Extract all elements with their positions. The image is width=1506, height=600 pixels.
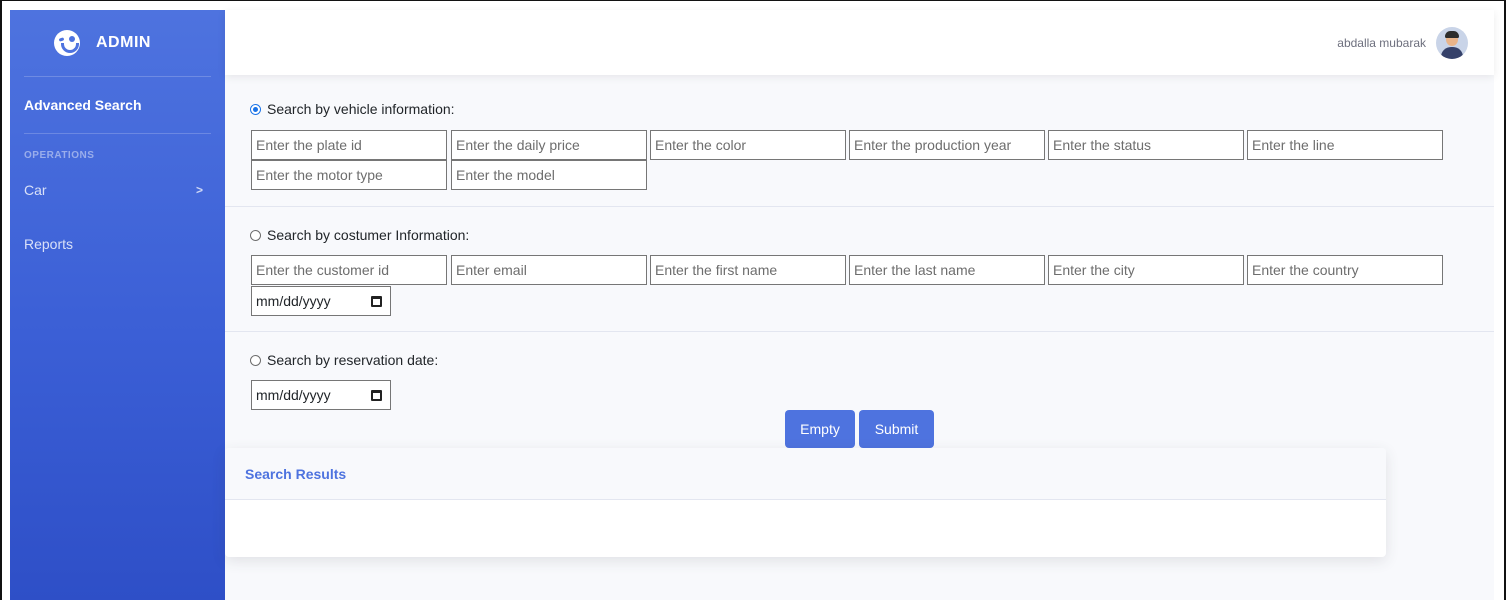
date-placeholder: mm/dd/yyyy: [256, 293, 331, 309]
sidebar: ADMIN Advanced Search OPERATIONS Car > R…: [10, 10, 225, 600]
chevron-right-icon: >: [195, 183, 203, 197]
vehicle-search-radio[interactable]: Search by vehicle information:: [250, 101, 455, 117]
vehicle-search-section: Search by vehicle information:: [250, 101, 455, 117]
model-input[interactable]: [451, 160, 647, 190]
plate-id-input[interactable]: [251, 130, 447, 160]
radio-button[interactable]: [250, 229, 261, 241]
motor-type-input[interactable]: [251, 160, 447, 190]
customer-search-radio[interactable]: Search by costumer Information:: [250, 227, 469, 243]
sidebar-item-car[interactable]: Car >: [10, 175, 225, 205]
sidebar-item-advanced-search[interactable]: Advanced Search: [10, 77, 225, 133]
submit-button[interactable]: Submit: [859, 410, 934, 448]
laughing-face-icon: [54, 30, 80, 56]
search-results-card: Search Results: [225, 448, 1386, 557]
sidebar-item-label: Car: [24, 182, 47, 198]
daily-price-input[interactable]: [451, 130, 647, 160]
avatar[interactable]: [1436, 26, 1468, 59]
reservation-search-label: Search by reservation date:: [267, 352, 439, 368]
color-input[interactable]: [650, 130, 846, 160]
production-year-input[interactable]: [849, 130, 1045, 160]
customer-search-label: Search by costumer Information:: [267, 227, 470, 243]
user-name[interactable]: abdalla mubarak: [1337, 36, 1426, 50]
line-input[interactable]: [1247, 130, 1443, 160]
status-input[interactable]: [1048, 130, 1244, 160]
country-input[interactable]: [1247, 255, 1443, 285]
calendar-icon[interactable]: [371, 389, 382, 401]
sidebar-heading: OPERATIONS: [24, 150, 95, 161]
customer-id-input[interactable]: [251, 255, 447, 285]
customer-date-input[interactable]: mm/dd/yyyy: [251, 286, 391, 316]
section-divider: [225, 331, 1494, 332]
search-results-title: Search Results: [225, 448, 1386, 500]
email-input[interactable]: [451, 255, 647, 285]
brand-title: ADMIN: [96, 34, 151, 51]
reservation-search-radio[interactable]: Search by reservation date:: [250, 352, 438, 368]
reservation-search-section: Search by reservation date:: [250, 352, 438, 368]
last-name-input[interactable]: [849, 255, 1045, 285]
empty-button[interactable]: Empty: [785, 410, 855, 448]
city-input[interactable]: [1048, 255, 1244, 285]
sidebar-item-reports[interactable]: Reports: [10, 229, 225, 259]
customer-search-section: Search by costumer Information:: [250, 227, 469, 243]
topbar: abdalla mubarak: [225, 10, 1494, 75]
sidebar-item-label: Reports: [24, 236, 74, 252]
main-content: Search by vehicle information: Search by…: [225, 75, 1494, 600]
reservation-date-input[interactable]: mm/dd/yyyy: [251, 380, 391, 410]
calendar-icon[interactable]: [371, 295, 382, 307]
section-divider: [225, 206, 1494, 207]
vehicle-search-label: Search by vehicle information:: [267, 101, 455, 117]
radio-button[interactable]: [250, 103, 261, 115]
date-placeholder: mm/dd/yyyy: [256, 387, 331, 403]
first-name-input[interactable]: [650, 255, 846, 285]
sidebar-brand[interactable]: ADMIN: [10, 10, 225, 76]
radio-button[interactable]: [250, 354, 261, 366]
